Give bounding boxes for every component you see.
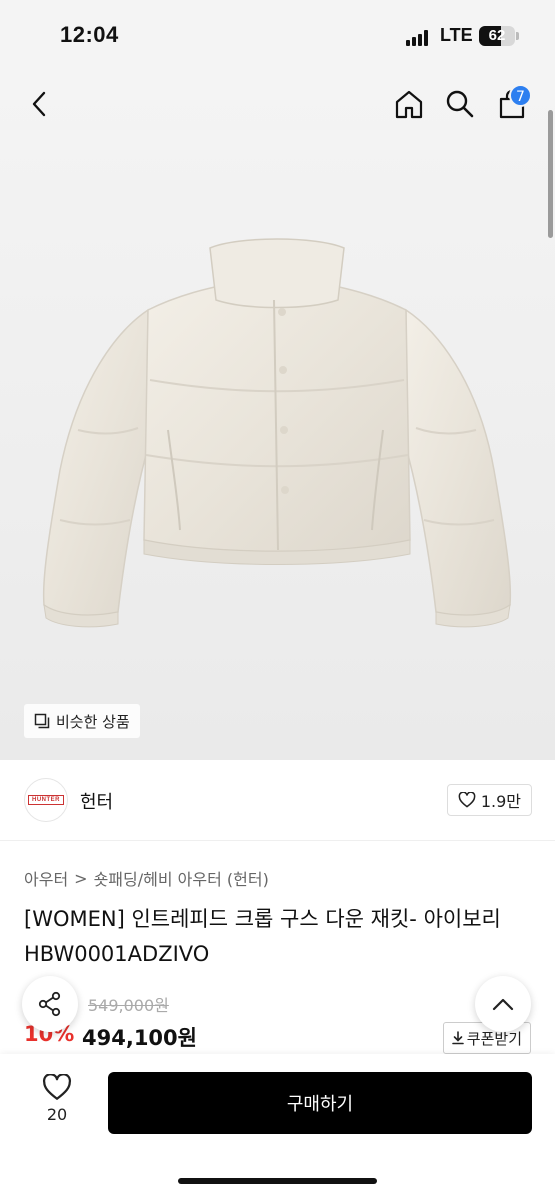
chevron-up-icon [492,998,514,1011]
section-divider [0,840,555,841]
similar-icon [34,713,50,729]
search-icon [446,90,474,118]
scroll-indicator [548,110,553,238]
original-price: 549,000원 [88,996,169,1015]
battery-level: 62 [488,27,506,44]
download-icon [451,1031,464,1045]
back-button[interactable] [20,84,60,124]
brand-name[interactable]: 헌터 [80,788,113,814]
home-icon [395,90,423,119]
wishlist-count: 20 [46,1105,68,1124]
battery-nub [516,32,519,40]
share-icon [38,991,61,1017]
signal-icon [406,30,430,46]
breadcrumb: 아우터 > 숏패딩/헤비 아우터 (헌터) [24,866,269,890]
heart-icon [42,1074,72,1100]
search-button[interactable] [440,84,480,124]
network-label: LTE [440,25,473,45]
brand-like-count: 1.9만 [480,792,521,811]
brand-logo-text: HUNTER [28,795,64,805]
product-image-area[interactable]: 7 비슷한 상품 [0,70,555,760]
home-button[interactable] [389,84,429,124]
brand-row: HUNTER 헌터 1.9만 [24,776,532,826]
wishlist-button[interactable]: 20 [26,1074,88,1138]
sale-price: 494,100원 [82,1026,197,1050]
bottom-action-bar: 20 구매하기 [0,1054,555,1200]
product-image [42,238,512,628]
scroll-top-button[interactable] [475,976,531,1032]
breadcrumb-level1[interactable]: 아우터 [24,866,68,890]
brand-like-button[interactable]: 1.9만 [446,784,532,816]
home-indicator [178,1178,377,1184]
status-bar: 12:04 LTE 62 [0,0,555,70]
breadcrumb-separator: > [74,868,88,888]
cart-count-badge: 7 [509,84,532,107]
similar-products-button[interactable]: 비슷한 상품 [24,704,140,738]
heart-icon [458,792,476,808]
similar-products-label: 비슷한 상품 [56,712,130,731]
buy-button[interactable]: 구매하기 [108,1072,532,1134]
share-button[interactable] [22,976,78,1032]
breadcrumb-level2[interactable]: 숏패딩/헤비 아우터 (헌터) [94,866,269,890]
product-title: [WOMEN] 인트레피드 크롭 구스 다운 재킷- 아이보리 HBW0001A… [24,907,501,966]
back-icon [32,91,46,117]
battery-icon: 62 [479,26,515,46]
brand-logo[interactable]: HUNTER [24,778,68,822]
status-time: 12:04 [60,22,119,47]
